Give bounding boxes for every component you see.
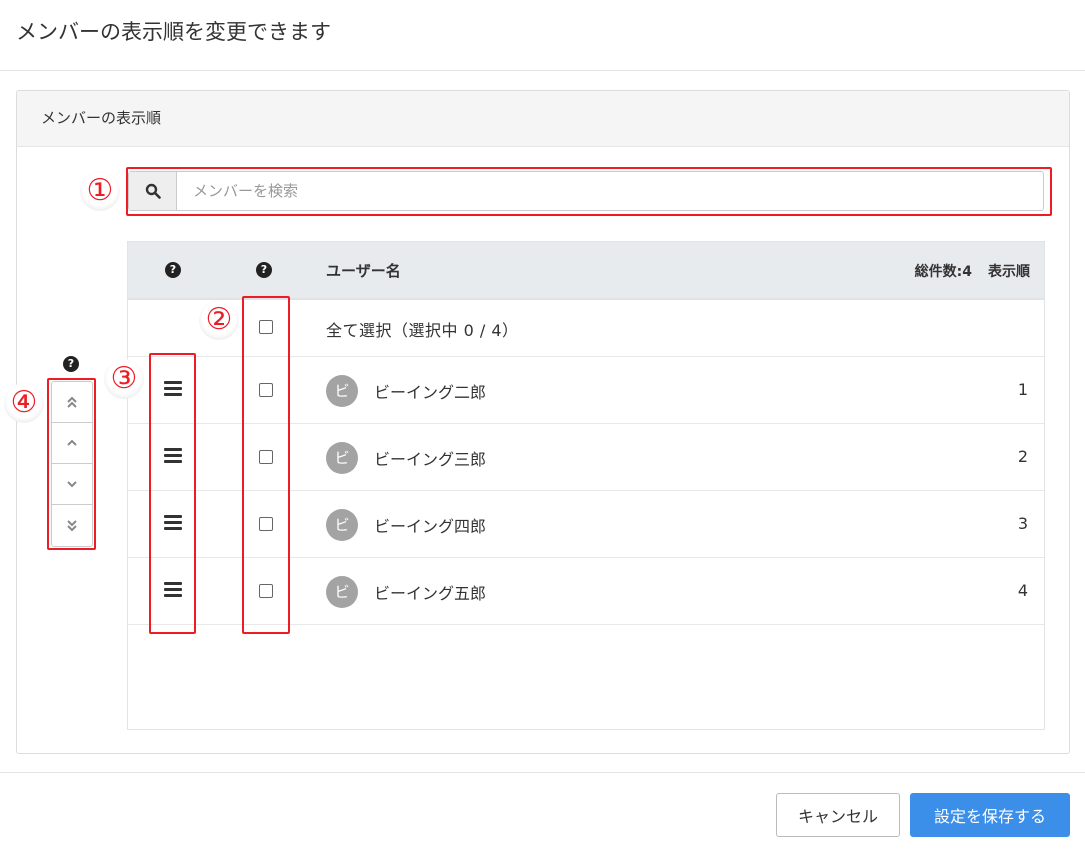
select-help-icon[interactable]: ? — [256, 262, 272, 278]
move-help-icon[interactable]: ? — [63, 356, 79, 372]
handle-help-icon[interactable]: ? — [165, 262, 181, 278]
member-order: 1 — [1017, 380, 1028, 399]
modal-footer: キャンセル 設定を保存する — [0, 772, 1085, 850]
avatar: ビ — [326, 576, 358, 608]
avatar: ビ — [326, 509, 358, 541]
member-order: 2 — [1017, 447, 1028, 466]
grid-header: ? ? ユーザー名 総件数:4 表示順 — [128, 242, 1044, 300]
annotation-box-move-buttons — [47, 378, 96, 550]
column-summary: 総件数:4 表示順 — [899, 261, 1030, 281]
modal-header: メンバーの表示順を変更できます — [0, 0, 1085, 71]
avatar: ビ — [326, 375, 358, 407]
annotation-number-4: ④ — [4, 383, 44, 423]
member-name: ビーイング四郎 — [374, 517, 487, 536]
member-name: ビーイング五郎 — [374, 584, 487, 603]
member-order: 3 — [1017, 514, 1028, 533]
modal-title: メンバーの表示順を変更できます — [16, 20, 331, 44]
total-count: 総件数:4 — [914, 264, 972, 280]
cancel-button[interactable]: キャンセル — [776, 793, 900, 837]
column-user-name: ユーザー名 — [326, 262, 401, 280]
annotation-box-checkboxes — [242, 296, 290, 634]
annotation-number-2: ② — [199, 300, 239, 340]
select-all-label[interactable]: 全て選択（選択中 0 / 4） — [326, 317, 519, 341]
annotation-number-1: ① — [80, 171, 120, 211]
save-settings-button[interactable]: 設定を保存する — [910, 793, 1070, 837]
annotation-number-3: ③ — [104, 359, 144, 399]
member-name: ビーイング二郎 — [374, 383, 487, 402]
column-order: 表示順 — [988, 264, 1030, 280]
panel-title: メンバーの表示順 — [17, 91, 1069, 147]
annotation-box-handles — [149, 353, 196, 634]
annotation-box-search — [126, 167, 1052, 216]
member-order: 4 — [1017, 581, 1028, 600]
avatar: ビ — [326, 442, 358, 474]
member-name: ビーイング三郎 — [374, 450, 487, 469]
